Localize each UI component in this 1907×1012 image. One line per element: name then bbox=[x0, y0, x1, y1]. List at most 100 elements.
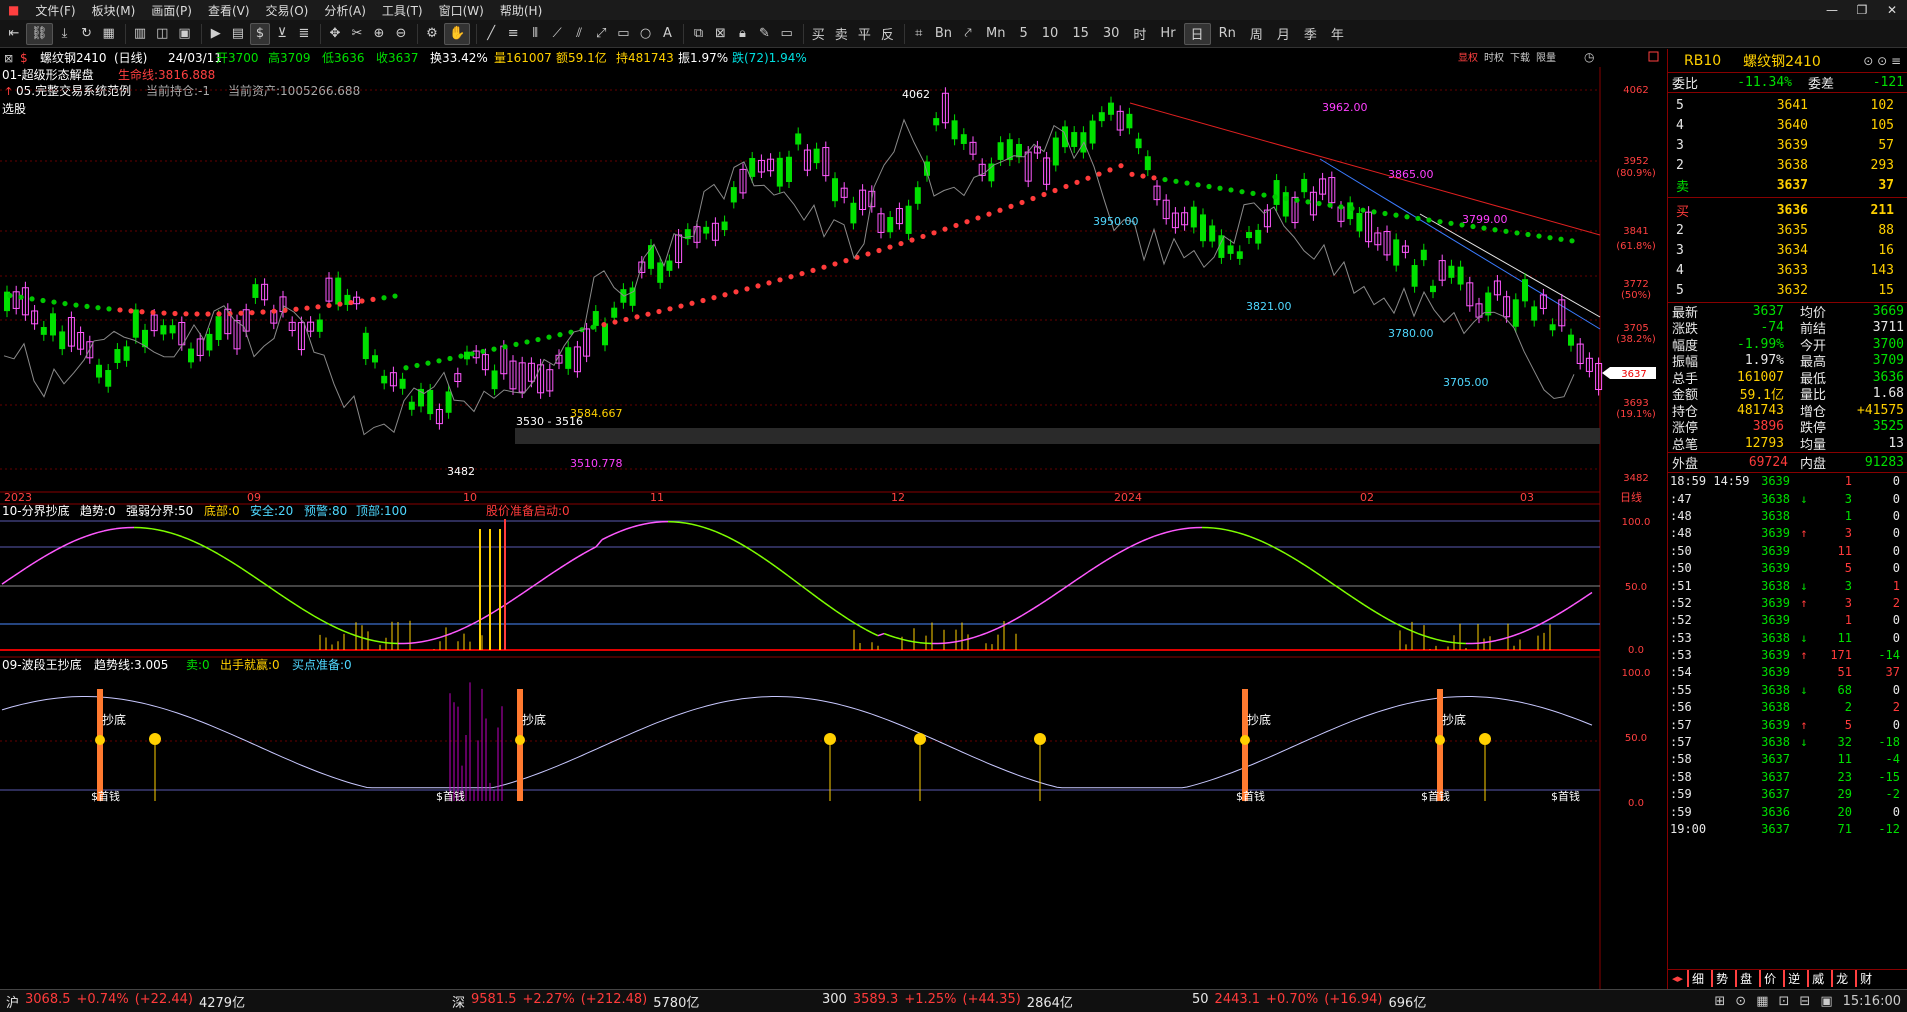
tick-list[interactable]: 18:59 14:59 3639 1 0:47 3638 ↓ 3 0:48 3638 1 0:48 3… bbox=[1668, 473, 1907, 838]
period-30[interactable]: 30 bbox=[1097, 23, 1126, 45]
period-rn[interactable]: Rn bbox=[1213, 23, 1242, 45]
line-chart-icon[interactable]: ◫ bbox=[152, 23, 172, 45]
sell-button[interactable]: 卖 bbox=[831, 23, 852, 45]
dollar-icon[interactable]: $ bbox=[250, 22, 270, 45]
status-icon-6[interactable]: ▣ bbox=[1820, 994, 1832, 1009]
market-index[interactable]: 沪 3068.5 +0.74% (+22.44) 4279亿 bbox=[6, 992, 406, 1011]
ask-level-row[interactable]: 4 3640 105 bbox=[1668, 115, 1907, 135]
doc-icon[interactable]: ▤ bbox=[228, 23, 248, 45]
zoom-out-icon[interactable]: ⊖ bbox=[391, 23, 411, 45]
quote-tab[interactable]: 财 bbox=[1855, 970, 1875, 987]
lock-icon[interactable]: 🔒︎ bbox=[732, 23, 752, 45]
tab-download[interactable]: 下载 bbox=[1510, 52, 1530, 64]
period-10[interactable]: 10 bbox=[1036, 23, 1065, 45]
copy-icon[interactable]: ⧉ bbox=[688, 23, 708, 45]
parallel-tool-icon[interactable]: ⫽ bbox=[569, 23, 589, 45]
bid-level-row[interactable]: 买 3636 211 bbox=[1668, 200, 1907, 220]
close-button[interactable]: ✕ bbox=[1877, 3, 1907, 17]
grid-icon[interactable]: ▦ bbox=[99, 23, 119, 45]
period-day[interactable]: 日 bbox=[1183, 22, 1211, 45]
refresh-icon[interactable]: ↻ bbox=[77, 23, 97, 45]
restore-button[interactable]: ❐ bbox=[1847, 3, 1877, 17]
bars-icon[interactable]: ≣ bbox=[294, 23, 314, 45]
tab-xianquan[interactable]: 显权 bbox=[1458, 51, 1478, 64]
tab-limit[interactable]: 限量 bbox=[1536, 52, 1556, 64]
trend-icon[interactable]: ⤤ bbox=[958, 23, 978, 45]
quote-tab[interactable]: 龙 bbox=[1831, 970, 1851, 987]
tabs-left-icon[interactable]: ◂▸ bbox=[1672, 972, 1683, 985]
period-5[interactable]: 5 bbox=[1013, 23, 1033, 45]
reverse-button[interactable]: 反 bbox=[877, 23, 898, 45]
period-year[interactable]: 年 bbox=[1325, 23, 1350, 45]
period-week[interactable]: 周 bbox=[1244, 23, 1269, 45]
period-mn[interactable]: Mn bbox=[980, 23, 1011, 45]
ask-level-row[interactable]: 2 3638 293 bbox=[1668, 155, 1907, 175]
quote-tab[interactable]: 势 bbox=[1711, 970, 1731, 987]
chart-type-icon[interactable]: ⌗ bbox=[909, 23, 929, 45]
ask-level-row[interactable]: 3 3639 57 bbox=[1668, 135, 1907, 155]
close-position-button[interactable]: 平 bbox=[854, 23, 875, 45]
play-icon[interactable]: ▶ bbox=[206, 23, 226, 45]
chart-panel[interactable]: ⊠ $ 螺纹钢2410 (日线) 24/03/11 开3700 高3709 低3… bbox=[0, 49, 1667, 989]
menu-analysis[interactable]: 分析(A) bbox=[316, 2, 374, 19]
delete-icon[interactable]: ⊠ bbox=[710, 23, 730, 45]
menu-trade[interactable]: 交易(O) bbox=[258, 2, 317, 19]
zoom-in-icon[interactable]: ⊕ bbox=[369, 23, 389, 45]
pen-icon[interactable]: ✎ bbox=[754, 23, 774, 45]
hline-tool-icon[interactable]: ≡ bbox=[503, 23, 523, 45]
period-month[interactable]: 月 bbox=[1271, 23, 1296, 45]
quote-tab[interactable]: 威 bbox=[1807, 970, 1827, 987]
ask-level-row[interactable]: 卖 3637 37 bbox=[1668, 175, 1907, 195]
menu-sector[interactable]: 板块(M) bbox=[84, 2, 144, 19]
crosshair-icon[interactable]: ✥ bbox=[325, 23, 345, 45]
quote-tab[interactable]: 逆 bbox=[1783, 970, 1803, 987]
trend-line-blue[interactable] bbox=[1319, 158, 1601, 330]
panel-toggle-icon[interactable] bbox=[1648, 51, 1659, 62]
line-tool-icon[interactable]: ╱ bbox=[481, 23, 501, 45]
minimize-button[interactable]: — bbox=[1817, 3, 1847, 17]
status-icon-2[interactable]: ⊙ bbox=[1735, 994, 1746, 1009]
period-quarter[interactable]: 季 bbox=[1298, 23, 1323, 45]
panel-icon[interactable]: ▭ bbox=[776, 23, 796, 45]
buy-button[interactable]: 买 bbox=[808, 23, 829, 45]
chart-canvas[interactable]: ⊠ $ 螺纹钢2410 (日线) 24/03/11 开3700 高3709 低3… bbox=[0, 49, 1667, 989]
clock-icon[interactable]: ◷ bbox=[1584, 50, 1595, 64]
status-icon-5[interactable]: ⊟ bbox=[1799, 994, 1810, 1009]
quote-settings-icon[interactable]: ⊙ ⊙ ≡ bbox=[1863, 54, 1901, 68]
link-icon[interactable]: ⛓ bbox=[26, 22, 53, 45]
candle-icon[interactable]: ▣ bbox=[174, 23, 194, 45]
period-hr[interactable]: Hr bbox=[1154, 23, 1181, 45]
quote-tab[interactable]: 细 bbox=[1687, 970, 1707, 987]
filter-icon[interactable]: ⊻ bbox=[272, 23, 292, 45]
fan-tool-icon[interactable]: ⟋ bbox=[547, 23, 567, 45]
text-tool-icon[interactable]: A bbox=[657, 23, 677, 45]
quote-tab[interactable]: 盘 bbox=[1735, 970, 1755, 987]
menu-window[interactable]: 窗口(W) bbox=[431, 2, 492, 19]
tool-icon[interactable]: ✂ bbox=[347, 23, 367, 45]
download-icon[interactable]: ⤓ bbox=[55, 23, 75, 45]
status-icon-3[interactable]: ▦ bbox=[1756, 994, 1768, 1009]
bid-level-row[interactable]: 4 3633 143 bbox=[1668, 260, 1907, 280]
ray-tool-icon[interactable]: ⤢ bbox=[591, 23, 611, 45]
bid-level-row[interactable]: 2 3635 88 bbox=[1668, 220, 1907, 240]
bar-chart-icon[interactable]: ▥ bbox=[130, 23, 150, 45]
market-index[interactable]: 深 9581.5 +2.27% (+212.48) 5780亿 bbox=[452, 992, 776, 1011]
menu-view[interactable]: 查看(V) bbox=[200, 2, 258, 19]
channel-tool-icon[interactable]: ⫴ bbox=[525, 23, 545, 45]
period-15[interactable]: 15 bbox=[1066, 23, 1095, 45]
circle-tool-icon[interactable]: ○ bbox=[635, 23, 655, 45]
tab-shiquan[interactable]: 时权 bbox=[1484, 51, 1504, 64]
menu-file[interactable]: 文件(F) bbox=[27, 2, 83, 19]
bid-level-row[interactable]: 5 3632 15 bbox=[1668, 280, 1907, 300]
status-icon-4[interactable]: ⊡ bbox=[1779, 994, 1790, 1009]
quote-tab[interactable]: 价 bbox=[1759, 970, 1779, 987]
rect-tool-icon[interactable]: ▭ bbox=[613, 23, 633, 45]
hand-icon[interactable]: ✋ bbox=[444, 22, 471, 45]
market-index[interactable]: 300 3589.3 +1.25% (+44.35) 2864亿 bbox=[822, 992, 1146, 1011]
bid-level-row[interactable]: 3 3634 16 bbox=[1668, 240, 1907, 260]
menu-tools[interactable]: 工具(T) bbox=[374, 2, 431, 19]
menu-screen[interactable]: 画面(P) bbox=[143, 2, 200, 19]
market-index[interactable]: 50 2443.1 +0.70% (+16.94) 696亿 bbox=[1192, 992, 1512, 1011]
back-icon[interactable]: ⇤ bbox=[4, 23, 24, 45]
bn-button[interactable]: Bn bbox=[931, 23, 956, 45]
